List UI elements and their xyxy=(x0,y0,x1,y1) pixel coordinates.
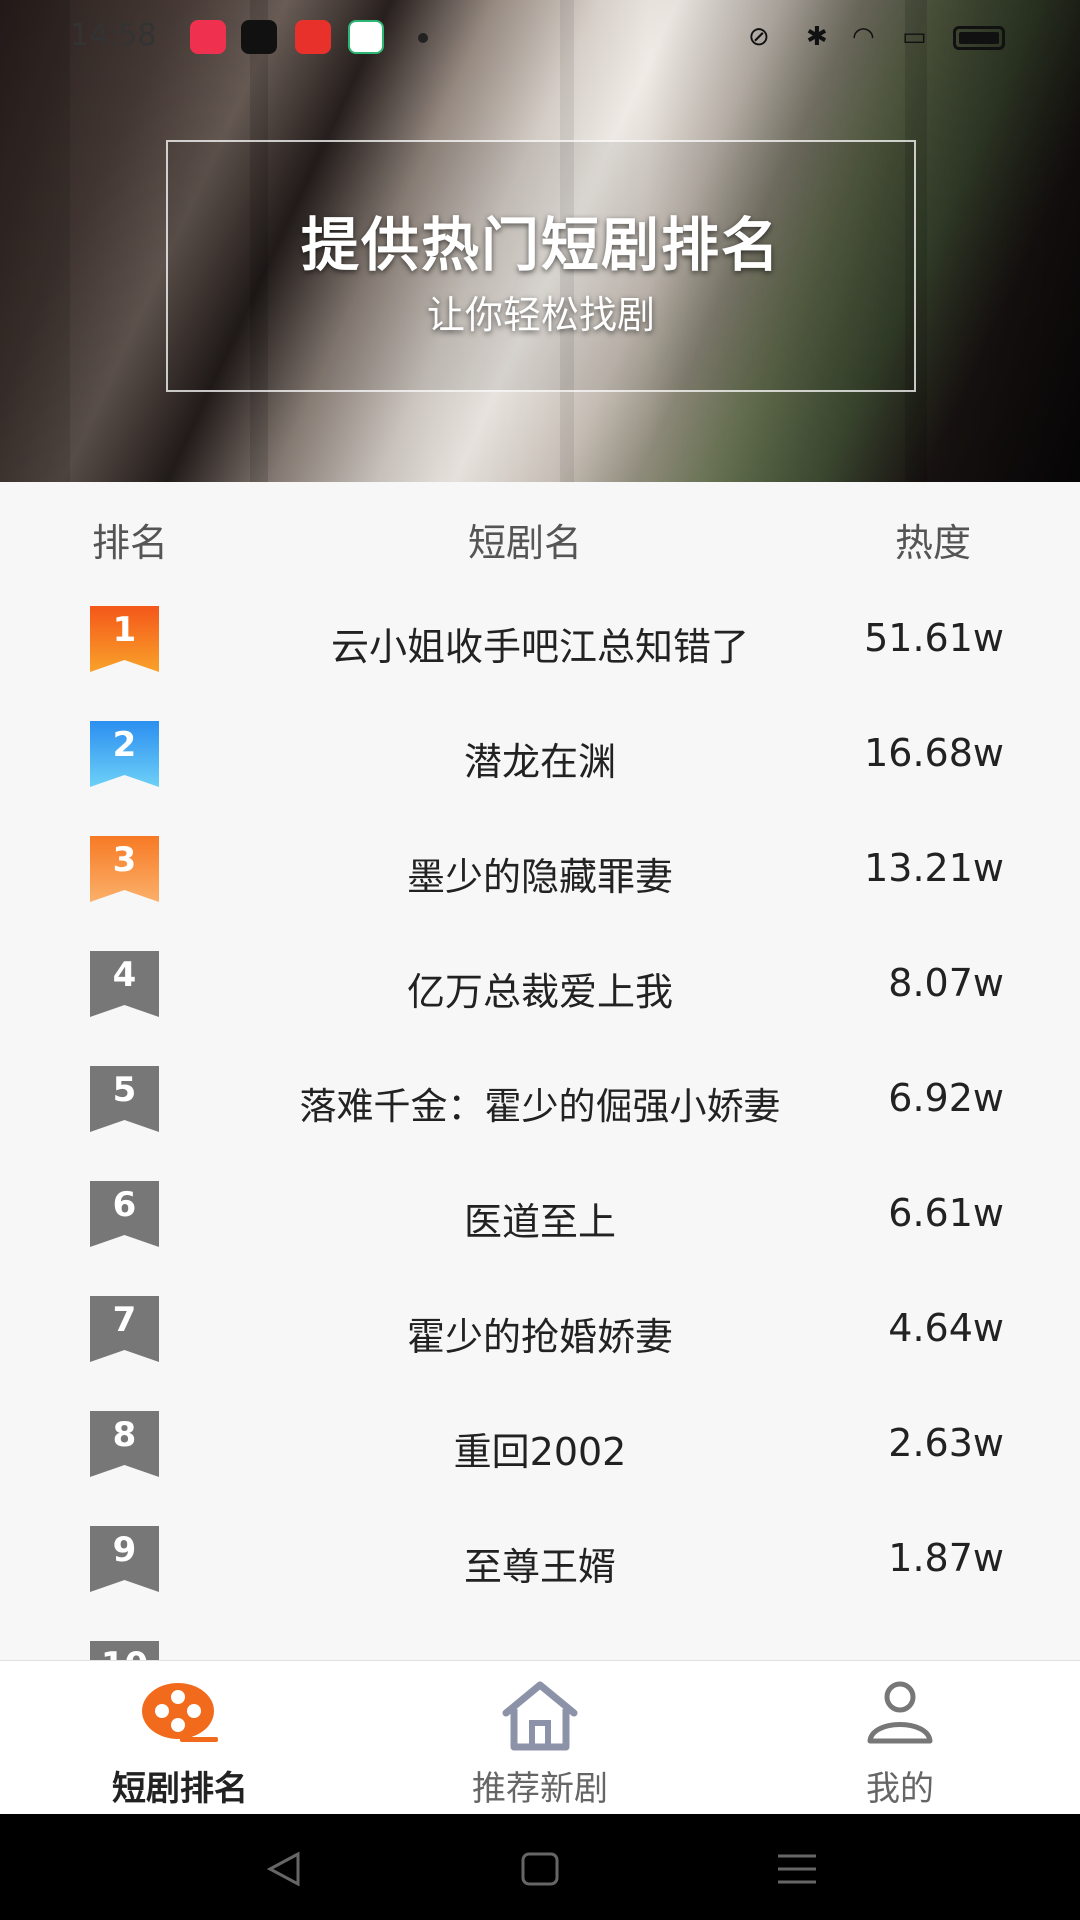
table-row[interactable]: 8 重回2002 2.63w xyxy=(0,1387,1080,1502)
ranking-table-header: 排名 短剧名 热度 xyxy=(0,482,1080,582)
heat-value: 1.87w xyxy=(888,1536,1004,1580)
tab-label: 我的 xyxy=(866,1769,934,1809)
status-bar: 14:58 ⊘ ✱ ◠ ▭ xyxy=(0,0,1080,72)
rank-badge-icon: 8 xyxy=(90,1411,159,1477)
tab-recommend[interactable]: 推荐新剧 xyxy=(360,1661,720,1815)
table-row[interactable]: 7 霍少的抢婚娇妻 4.64w xyxy=(0,1272,1080,1387)
tab-label: 推荐新剧 xyxy=(472,1769,608,1809)
user-icon xyxy=(867,1681,933,1744)
rank-number: 3 xyxy=(112,840,137,880)
rank-badge-icon: 1 xyxy=(90,606,159,672)
heat-value: 6.92w xyxy=(888,1076,1004,1120)
rank-number: 4 xyxy=(112,955,137,995)
bottom-nav: 短剧排名 推荐新剧 我的 xyxy=(0,1660,1080,1815)
drama-name: 落难千金：霍少的倔强小娇妻 xyxy=(299,1085,781,1128)
game-app-icon xyxy=(295,20,331,54)
rank-number: 6 xyxy=(112,1185,137,1225)
table-row[interactable]: 3 墨少的隐藏罪妻 13.21w xyxy=(0,812,1080,927)
rank-badge-icon: 3 xyxy=(90,836,159,902)
heat-value: 4.64w xyxy=(888,1306,1004,1350)
drama-name: 云小姐收手吧江总知错了 xyxy=(330,625,749,669)
rank-badge-icon: 5 xyxy=(90,1066,159,1132)
tab-label: 短剧排名 xyxy=(112,1769,248,1809)
table-row[interactable]: 2 潜龙在渊 16.68w xyxy=(0,697,1080,812)
home-icon xyxy=(502,1681,578,1751)
menu-icon[interactable] xyxy=(772,1844,822,1894)
table-row[interactable]: 1 云小姐收手吧江总知错了 51.61w xyxy=(0,582,1080,697)
header-heat: 热度 xyxy=(895,521,972,565)
heat-value: 51.61w xyxy=(864,616,1004,660)
film-reel-icon xyxy=(142,1683,218,1742)
drama-name: 亿万总裁爱上我 xyxy=(406,970,673,1014)
hero-title: 提供热门短剧排名 xyxy=(300,211,781,279)
home-app-icon xyxy=(348,20,384,54)
heat-value: 8.07w xyxy=(888,961,1004,1005)
hero-subtitle: 让你轻松找剧 xyxy=(426,293,655,337)
drama-name: 墨少的隐藏罪妻 xyxy=(406,855,673,899)
tiktok-app-icon xyxy=(241,20,277,54)
table-row[interactable]: 5 落难千金：霍少的倔强小娇妻 6.92w xyxy=(0,1042,1080,1157)
mute-icon: ⊘ xyxy=(748,22,770,52)
heat-value: 13.21w xyxy=(864,846,1004,890)
drama-name: 医道至上 xyxy=(463,1200,616,1244)
header-name: 短剧名 xyxy=(468,521,583,565)
drama-name: 潜龙在渊 xyxy=(463,740,616,784)
rank-badge-icon: 10 xyxy=(90,1641,159,1662)
heat-value: 2.63w xyxy=(888,1421,1004,1465)
battery-icon xyxy=(953,26,1005,50)
sim-icon: ▭ xyxy=(902,22,927,52)
video-app-icon xyxy=(190,20,226,54)
home-button-icon[interactable] xyxy=(515,1844,565,1894)
rank-badge-icon: 9 xyxy=(90,1526,159,1592)
rank-badge-icon: 6 xyxy=(90,1181,159,1247)
notification-dot-icon xyxy=(418,33,428,43)
drama-name: 重回2002 xyxy=(453,1430,627,1474)
rank-badge-icon: 4 xyxy=(90,951,159,1017)
tab-mine[interactable]: 我的 xyxy=(720,1661,1080,1815)
rank-number: 5 xyxy=(112,1070,137,1110)
table-row[interactable]: 4 亿万总裁爱上我 8.07w xyxy=(0,927,1080,1042)
rank-badge-icon: 7 xyxy=(90,1296,159,1362)
tab-drama-ranking[interactable]: 短剧排名 xyxy=(0,1661,360,1815)
heat-value: 6.61w xyxy=(888,1191,1004,1235)
table-row[interactable]: 6 医道至上 6.61w xyxy=(0,1157,1080,1272)
drama-name: 霍少的抢婚娇妻 xyxy=(406,1315,673,1359)
status-time: 14:58 xyxy=(70,18,157,53)
wifi-icon: ◠ xyxy=(852,22,875,52)
bluetooth-icon: ✱ xyxy=(806,22,828,52)
header-rank: 排名 xyxy=(92,521,169,565)
ranking-list[interactable]: 1 云小姐收手吧江总知错了 51.61w 2 潜龙在渊 16.68w 3 墨少的… xyxy=(0,582,1080,1662)
heat-value: 16.68w xyxy=(864,731,1004,775)
rank-number: 8 xyxy=(112,1415,137,1455)
table-row[interactable]: 10 xyxy=(0,1617,1080,1662)
rank-number: 1 xyxy=(112,610,137,650)
table-row[interactable]: 9 至尊王婿 1.87w xyxy=(0,1502,1080,1617)
back-icon[interactable] xyxy=(258,1844,308,1894)
rank-number: 7 xyxy=(112,1300,137,1340)
hero-banner: 提供热门短剧排名 让你轻松找剧 xyxy=(0,0,1080,482)
rank-number: 9 xyxy=(112,1530,137,1570)
system-navigation-bar xyxy=(0,1814,1080,1920)
rank-number: 2 xyxy=(112,725,137,765)
drama-name: 至尊王婿 xyxy=(463,1545,616,1589)
rank-badge-icon: 2 xyxy=(90,721,159,787)
